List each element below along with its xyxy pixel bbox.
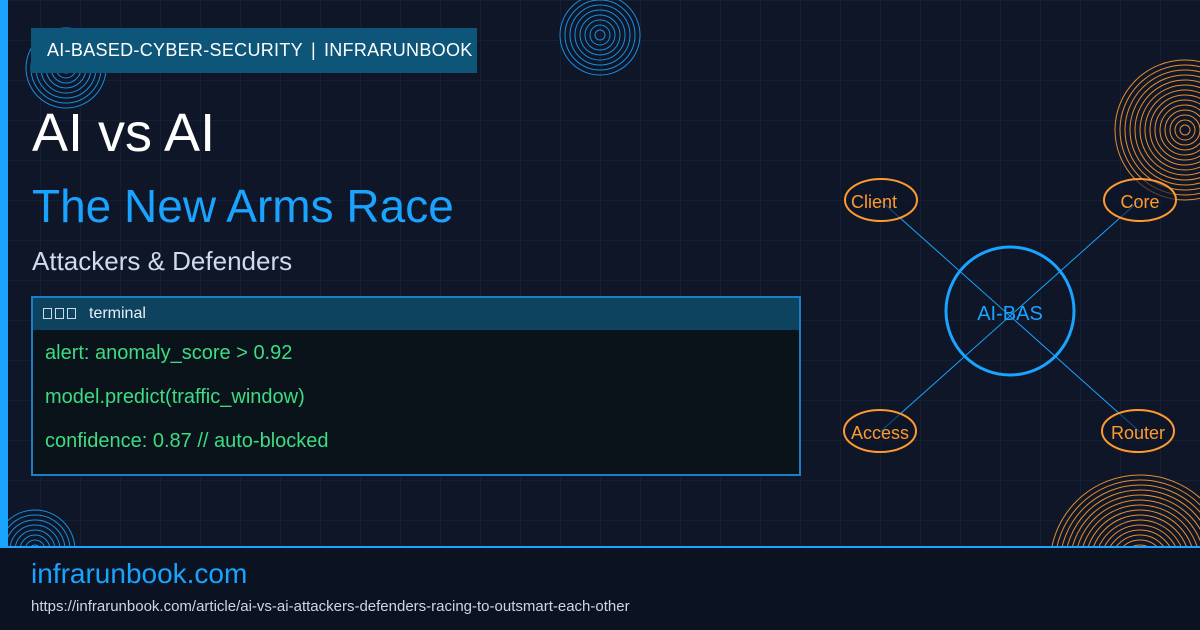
node-core-label: Core — [1120, 192, 1159, 212]
node-router-label: Router — [1111, 423, 1165, 443]
node-client-label: Client — [851, 192, 897, 212]
terminal-title-bar: terminal — [33, 298, 799, 330]
window-controls-icon — [43, 308, 79, 320]
footer: infrarunbook.com https://infrarunbook.co… — [0, 546, 1200, 630]
terminal-title: terminal — [89, 305, 146, 322]
terminal-line: alert: anomaly_score > 0.92 — [45, 342, 293, 364]
category-tag: AI-BASED-CYBER-SECURITY | INFRARUNBOOK — [31, 28, 477, 73]
terminal-window: terminal alert: anomaly_score > 0.92 mod… — [31, 296, 801, 476]
node-access-label: Access — [851, 423, 909, 443]
footer-site-link[interactable]: infrarunbook.com — [31, 558, 247, 590]
category-label: AI-BASED-CYBER-SECURITY — [47, 40, 303, 60]
footer-article-url[interactable]: https://infrarunbook.com/article/ai-vs-a… — [31, 598, 630, 615]
terminal-line: confidence: 0.87 // auto-blocked — [45, 430, 329, 452]
center-node-label: AI-BAS — [977, 303, 1043, 325]
left-accent-bar — [0, 0, 8, 546]
brand-label: INFRARUNBOOK — [323, 40, 473, 60]
page-subtitle: The New Arms Race — [32, 180, 454, 232]
page-description: Attackers & Defenders — [32, 246, 293, 276]
page-title: AI vs AI — [32, 103, 216, 163]
terminal-line: model.predict(traffic_window) — [45, 386, 305, 408]
tag-separator: | — [310, 40, 316, 60]
network-diagram: Client Core Access Router AI-BAS — [843, 178, 1177, 453]
